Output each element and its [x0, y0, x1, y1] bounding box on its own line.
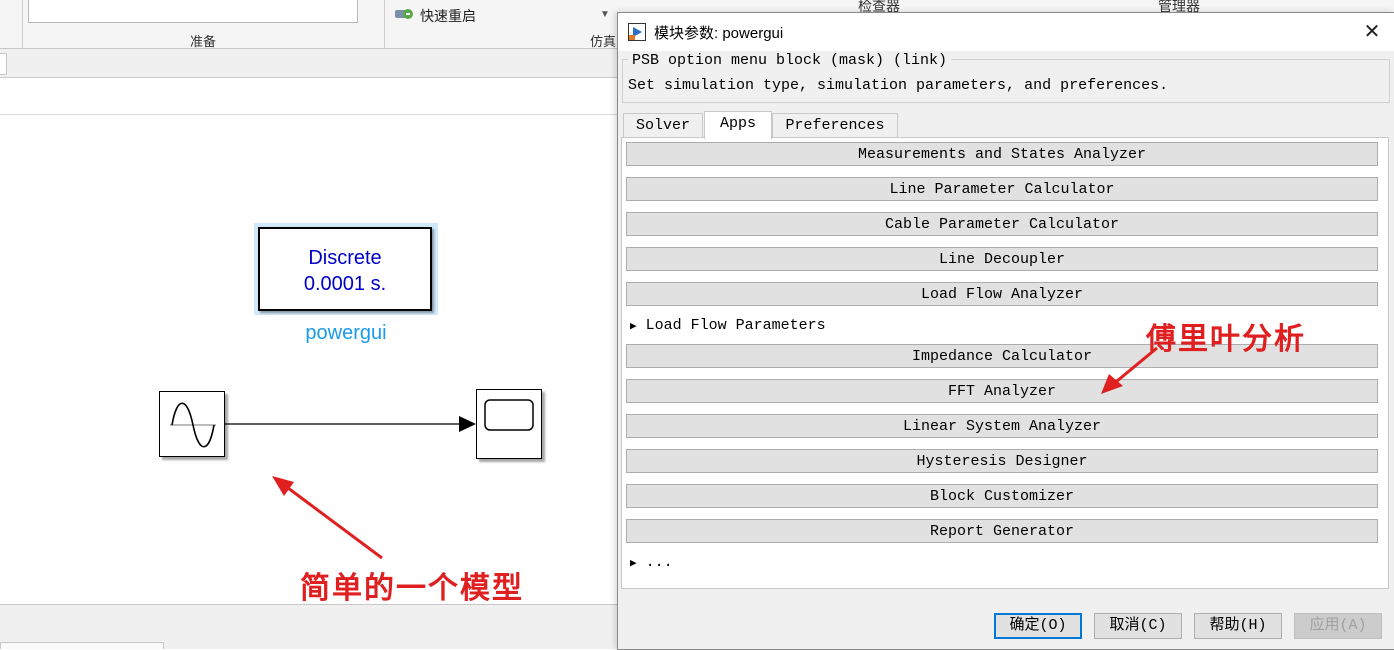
linear-system-analyzer-button[interactable]: Linear System Analyzer	[626, 414, 1378, 438]
section-simulation-label: 仿真	[590, 34, 617, 49]
powergui-block-name[interactable]: powergui	[254, 322, 438, 345]
more-expander[interactable]: ▶ ...	[630, 554, 673, 571]
scope-block[interactable]	[476, 389, 542, 459]
section-prepare-label: 准备	[190, 34, 217, 49]
fft-annotation: 傅里叶分析	[1146, 322, 1306, 357]
load-flow-parameters-label: Load Flow Parameters	[645, 317, 826, 334]
tab-preferences[interactable]: Preferences	[772, 113, 898, 138]
load-flow-parameters-expander[interactable]: ▶ Load Flow Parameters	[630, 317, 826, 334]
apply-button[interactable]: 应用(A)	[1294, 613, 1382, 639]
breadcrumb-bar	[0, 78, 620, 115]
help-button[interactable]: 帮助(H)	[1194, 613, 1282, 639]
toolstrip-divider	[22, 0, 23, 48]
load-flow-analyzer-button[interactable]: Load Flow Analyzer	[626, 282, 1378, 306]
model-annotation: 简单的一个模型	[300, 571, 524, 606]
apps-panel: Measurements and States Analyzer Line Pa…	[621, 137, 1389, 589]
signal-line[interactable]	[225, 414, 477, 434]
mask-type-label[interactable]: PSB option menu block (mask) (link)	[628, 52, 952, 69]
toolstrip-field[interactable]	[28, 0, 358, 23]
scope-icon	[484, 399, 534, 431]
hysteresis-designer-button[interactable]: Hysteresis Designer	[626, 449, 1378, 473]
mask-description: Set simulation type, simulation paramete…	[628, 77, 1169, 94]
restart-icon	[395, 9, 413, 19]
line-decoupler-button[interactable]: Line Decoupler	[626, 247, 1378, 271]
measurements-analyzer-button[interactable]: Measurements and States Analyzer	[626, 142, 1378, 166]
editor-tab-bar	[0, 49, 620, 78]
chevron-down-icon[interactable]: ▼	[600, 9, 610, 20]
quick-restart-button[interactable]: 快速重启	[420, 6, 476, 26]
ok-button[interactable]: 确定(O)	[994, 613, 1082, 639]
powergui-block[interactable]: Discrete 0.0001 s.	[258, 227, 432, 311]
sine-wave-icon	[170, 402, 216, 448]
simulink-block-icon	[628, 23, 646, 41]
powergui-mode-text: Discrete	[308, 247, 382, 269]
tab-apps[interactable]: Apps	[704, 111, 772, 139]
close-button[interactable]: ✕	[1358, 19, 1386, 45]
cancel-button[interactable]: 取消(C)	[1094, 613, 1182, 639]
block-customizer-button[interactable]: Block Customizer	[626, 484, 1378, 508]
triangle-right-icon: ▶	[630, 558, 637, 570]
dialog-titlebar[interactable]: 模块参数: powergui ✕	[618, 13, 1394, 51]
line-parameter-calculator-button[interactable]: Line Parameter Calculator	[626, 177, 1378, 201]
more-label: ...	[645, 554, 673, 571]
dialog-title: 模块参数: powergui	[654, 25, 784, 42]
editor-tab[interactable]	[0, 53, 7, 75]
powergui-sample-time-text: 0.0001 s.	[303, 273, 387, 295]
cable-parameter-calculator-button[interactable]: Cable Parameter Calculator	[626, 212, 1378, 236]
sine-wave-block[interactable]	[159, 391, 225, 457]
report-generator-button[interactable]: Report Generator	[626, 519, 1378, 543]
fft-analyzer-button[interactable]: FFT Analyzer	[626, 379, 1378, 403]
arrow-to-model	[272, 476, 383, 560]
triangle-right-icon: ▶	[630, 321, 637, 333]
tab-solver[interactable]: Solver	[623, 113, 703, 138]
toolstrip-divider	[384, 0, 385, 48]
